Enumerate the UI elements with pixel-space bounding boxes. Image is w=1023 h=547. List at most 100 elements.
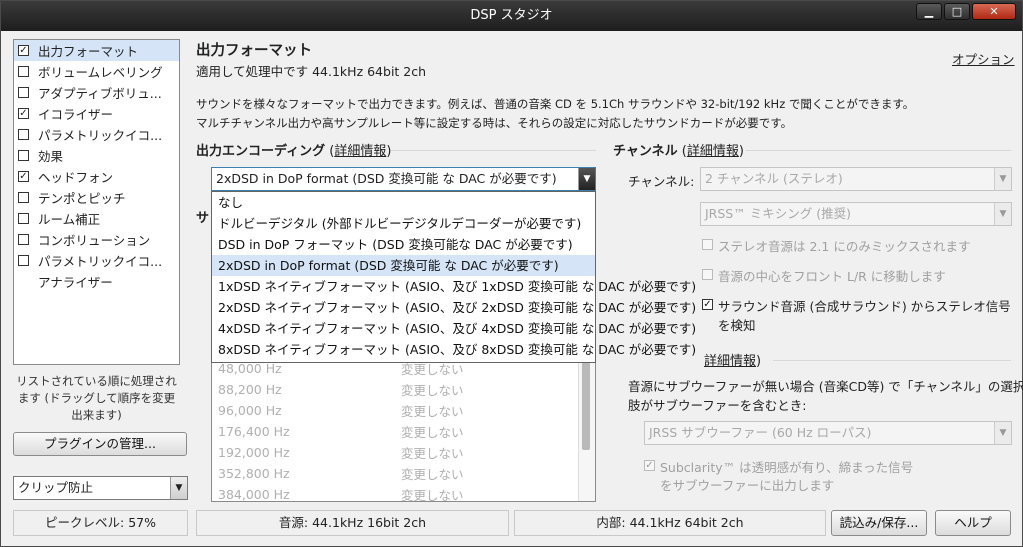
plugin-list[interactable]: ✓ 出力フォーマット ボリュームレベリング アダプティブボリュ... ✓ イコライザーパラ… [13, 39, 180, 365]
sample-rate-row[interactable]: 192,000 Hz 変更しない [212, 442, 595, 463]
encoding-select[interactable]: 2xDSD in DoP format (DSD 変換可能 な DAC が必要で… [211, 167, 596, 191]
sample-rate-value: 96,000 Hz [218, 403, 282, 418]
plugin-checkbox[interactable] [18, 150, 29, 161]
encoding-option[interactable]: DSD in DoP フォーマット (DSD 変換可能な DAC が必要です) [212, 234, 595, 255]
manage-plugins-button[interactable]: プラグインの管理... [13, 432, 187, 456]
surround-detect-checkbox[interactable]: ✓ [702, 299, 713, 310]
maximize-button[interactable]: □ [944, 3, 970, 20]
encoding-option[interactable]: 2xDSD ネイティブフォーマット (ASIO、及び 2xDSD 変換可能 な … [212, 297, 696, 318]
sidebar-item[interactable]: ルーム補正 [14, 208, 179, 229]
sidebar-item[interactable]: パラメトリックイコ... [14, 250, 179, 271]
options-link[interactable]: オプション [952, 49, 1015, 68]
plugin-checkbox[interactable] [18, 255, 29, 266]
encoding-option[interactable]: 8xDSD ネイティブフォーマット (ASIO、及び 8xDSD 変換可能 な … [212, 339, 696, 360]
subclarity-label-line1: Subclarity™ は透明感が有り、締まった信号 [660, 460, 914, 475]
sample-rate-row[interactable]: 96,000 Hz 変更しない [212, 400, 595, 421]
sample-rate-action: 変更しない [401, 467, 464, 482]
check-icon: ✓ [645, 460, 654, 471]
sample-rate-action: 変更しない [401, 404, 464, 419]
sample-rate-row[interactable]: 384,000 Hz 変更しない [212, 484, 595, 501]
sample-rate-value: 352,800 Hz [218, 466, 290, 481]
center-front-label: 音源の中心をフロント L/R に移動します [718, 269, 946, 284]
encoding-option[interactable]: 2xDSD in DoP format (DSD 変換可能 な DAC が必要で… [212, 255, 595, 276]
encoding-divider [391, 150, 596, 151]
load-save-button[interactable]: 読込み/保存... [831, 510, 927, 536]
sample-rate-scrollbar[interactable] [578, 358, 595, 501]
sample-rate-value: 48,000 Hz [218, 361, 282, 376]
plugin-checkbox[interactable] [18, 192, 29, 203]
source-format-status: 音源: 44.1kHz 16bit 2ch [196, 510, 509, 536]
encoding-option[interactable]: なし [212, 192, 595, 213]
sidebar-item[interactable]: ✓ ヘッドフォン [14, 166, 179, 187]
sidebar-item-label: テンポとピッチ [38, 191, 126, 206]
chevron-down-icon[interactable]: ▼ [994, 422, 1011, 444]
subwoofer-select[interactable]: JRSS サブウーファー (60 Hz ローパス) ▼ [644, 421, 1012, 445]
subwoofer-description-line2: 肢がサブウーファーを含むとき: [628, 398, 807, 413]
encoding-selected-value: 2xDSD in DoP format (DSD 変換可能 な DAC が必要で… [216, 171, 557, 186]
sidebar-item-label: コンボリューション [38, 233, 151, 248]
subwoofer-heading: 詳細情報) [704, 350, 761, 369]
sample-rate-action: 変更しない [401, 383, 464, 398]
sidebar-item[interactable]: 効果 [14, 145, 179, 166]
stereo-21-checkbox[interactable] [702, 239, 713, 250]
sample-rate-value: 176,400 Hz [218, 424, 290, 439]
sidebar-item[interactable]: ボリュームレベリング [14, 61, 179, 82]
channel-details-link[interactable]: 詳細情報 [687, 144, 739, 159]
mixing-value: JRSS™ ミキシング (推奨) [705, 206, 851, 221]
help-button[interactable]: ヘルプ [935, 510, 1011, 536]
plugin-checkbox[interactable] [18, 213, 29, 224]
check-icon: ✓ [703, 299, 712, 310]
sidebar-item-label: パラメトリックイコ... [38, 254, 163, 269]
plugin-checkbox[interactable] [18, 129, 29, 140]
sample-rate-row[interactable]: 88,200 Hz 変更しない [212, 379, 595, 400]
channel-select[interactable]: 2 チャンネル (ステレオ) ▼ [700, 167, 1012, 191]
encoding-dropdown-list[interactable]: なし ドルビーデジタル (外部ドルビーデジタルデコーダーが必要です) DSD in … [211, 191, 696, 363]
subwoofer-description-line1: 音源にサブウーファーが無い場合 (音楽CD等) で「チャンネル」の選択 [628, 379, 1023, 394]
sidebar-item[interactable]: ✓ 出力フォーマット [14, 40, 179, 61]
plugin-checkbox[interactable] [18, 234, 29, 245]
subclarity-checkbox[interactable]: ✓ [644, 460, 655, 471]
plugin-checkbox[interactable]: ✓ [18, 108, 29, 119]
minimize-button[interactable]: ▁ [916, 3, 942, 20]
plugin-checkbox[interactable] [18, 66, 29, 77]
subwoofer-divider [773, 360, 1011, 361]
encoding-option[interactable]: 4xDSD ネイティブフォーマット (ASIO、及び 4xDSD 変換可能 な … [212, 318, 696, 339]
sidebar-item[interactable]: ✓ イコライザー [14, 103, 179, 124]
sidebar-item[interactable]: アナライザー [14, 271, 179, 292]
encoding-option[interactable]: ドルビーデジタル (外部ドルビーデジタルデコーダーが必要です) [212, 213, 595, 234]
sidebar-item[interactable]: コンボリューション [14, 229, 179, 250]
scrollbar-thumb[interactable] [582, 362, 590, 450]
sample-rate-list[interactable]: 48,000 Hz 変更しない 88,200 Hz 変更しない 96,000 Hz 変更し… [211, 357, 596, 502]
sidebar-item[interactable]: テンポとピッチ [14, 187, 179, 208]
subwoofer-value: JRSS サブウーファー (60 Hz ローパス) [649, 425, 872, 440]
sample-rate-row[interactable]: 352,800 Hz 変更しない [212, 463, 595, 484]
center-front-checkbox[interactable] [702, 269, 713, 280]
subwoofer-details-link[interactable]: 詳細情報 [704, 354, 756, 369]
sample-rate-row[interactable]: 176,400 Hz 変更しない [212, 421, 595, 442]
plugin-order-hint: リストされている順に処理されます (ドラッグして順序を変更出来ます) [16, 374, 177, 422]
channel-value: 2 チャンネル (ステレオ) [705, 171, 843, 186]
sidebar-item[interactable]: アダプティブボリュ... [14, 82, 179, 103]
chevron-down-icon[interactable]: ▼ [994, 168, 1011, 190]
encoding-details-link[interactable]: 詳細情報 [334, 144, 386, 159]
processing-status: 適用して処理中です 44.1kHz 64bit 2ch [196, 64, 427, 79]
sidebar-item-label: パラメトリックイコ... [38, 128, 163, 143]
sidebar-item[interactable]: パラメトリックイコ... [14, 124, 179, 145]
peak-level-status: ピークレベル: 57% [13, 510, 188, 536]
plugin-checkbox[interactable] [18, 87, 29, 98]
channel-label: チャンネル: [628, 174, 695, 189]
description-line-2: マルチチャンネル出力や高サンプルレート等に設定する時は、それらの設定に対応したサ… [196, 116, 793, 130]
surround-detect-label-line1: サラウンド音源 (合成サラウンド) からステレオ信号 [718, 299, 1011, 314]
plugin-checkbox[interactable]: ✓ [18, 171, 29, 182]
close-button[interactable]: ✕ [972, 3, 1016, 20]
sample-rate-action: 変更しない [401, 425, 464, 440]
clip-protection-select[interactable]: クリップ防止 ▼ [13, 476, 188, 500]
chevron-down-icon[interactable]: ▼ [170, 477, 187, 499]
chevron-down-icon[interactable]: ▼ [578, 168, 595, 190]
title-bar[interactable]: DSP スタジオ ▁ □ ✕ [1, 1, 1022, 31]
encoding-option[interactable]: 1xDSD ネイティブフォーマット (ASIO、及び 1xDSD 変換可能 な … [212, 276, 696, 297]
chevron-down-icon[interactable]: ▼ [994, 203, 1011, 225]
clip-protection-value: クリップ防止 [18, 480, 94, 495]
plugin-checkbox[interactable]: ✓ [18, 45, 29, 56]
mixing-select[interactable]: JRSS™ ミキシング (推奨) ▼ [700, 202, 1012, 226]
